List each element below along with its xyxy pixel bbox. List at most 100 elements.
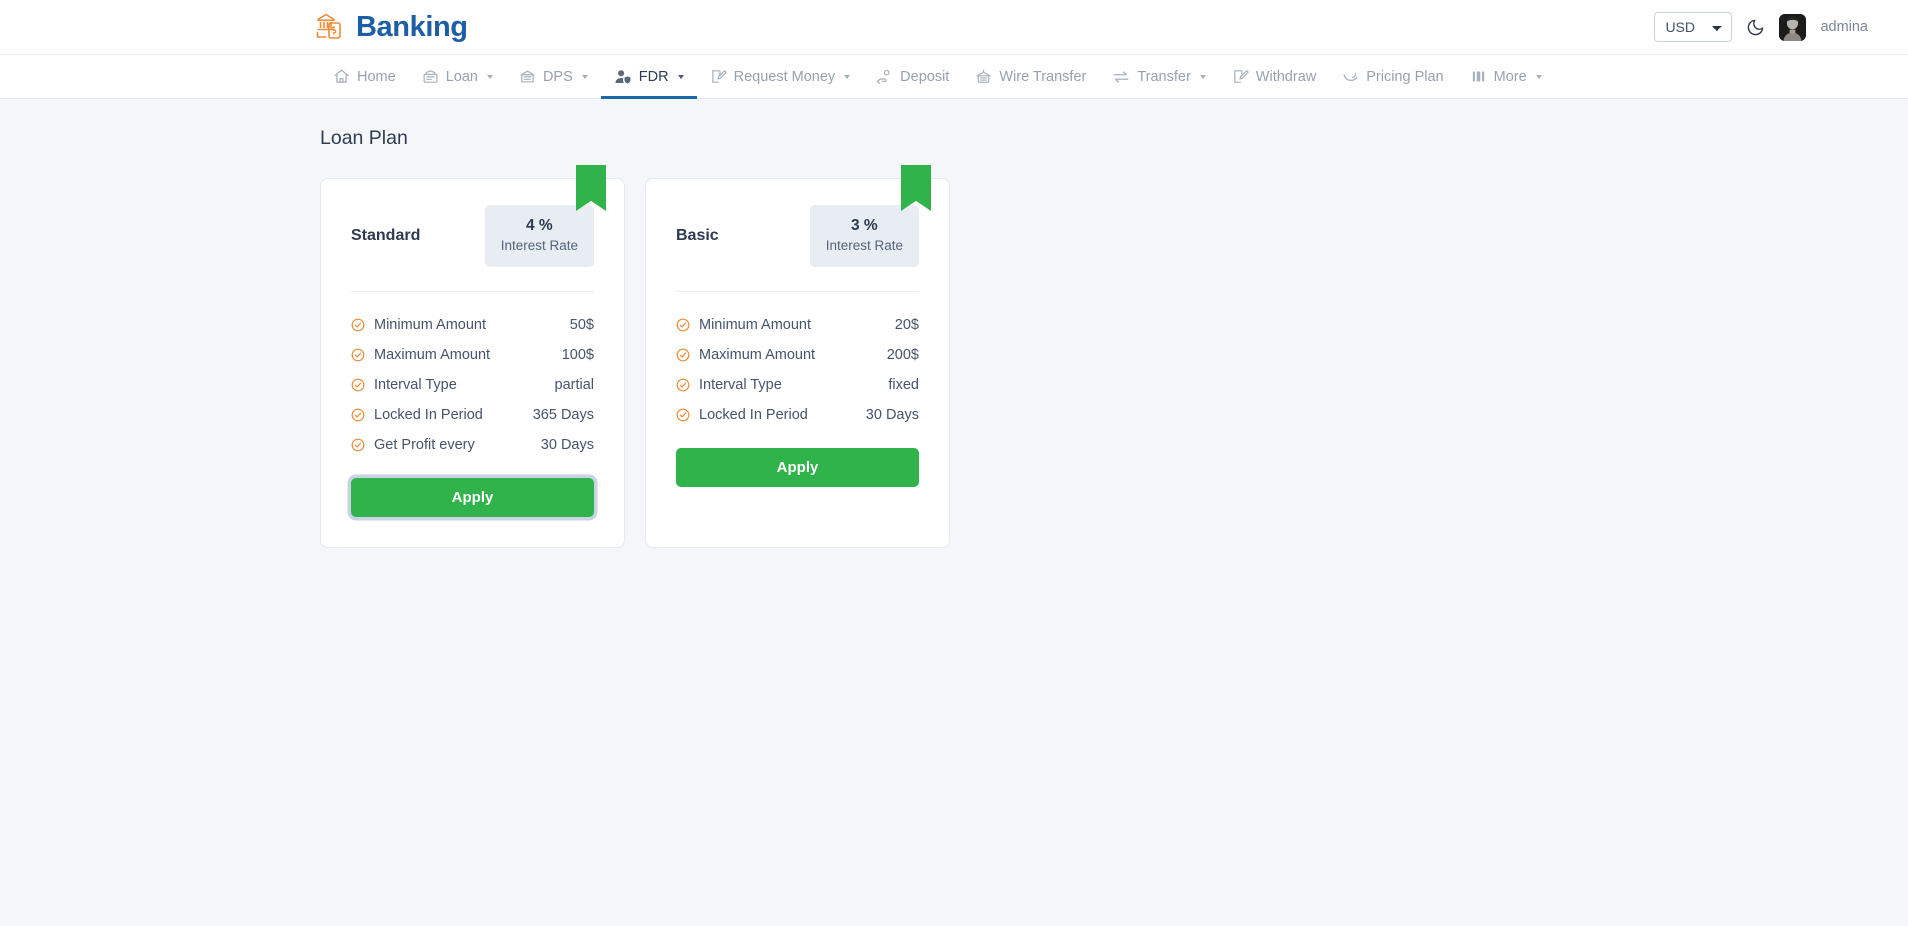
feature-value: 30 Days: [865, 407, 919, 424]
check-circle-icon: [351, 438, 365, 452]
nav-item-request-money[interactable]: Request Money: [697, 55, 864, 98]
chevron-down-icon: [581, 74, 588, 79]
feature-row: Interval Type fixed: [676, 370, 919, 400]
bank-icon: [519, 68, 536, 85]
plan-name: Standard: [351, 227, 421, 244]
pricing-plan-icon: [1342, 68, 1359, 85]
check-circle-icon: [676, 348, 690, 362]
check-circle-icon: [676, 318, 690, 332]
card-header: Basic 3 % Interest Rate: [676, 205, 919, 268]
feature-value: 200$: [886, 347, 919, 364]
nav-label: More: [1493, 68, 1527, 85]
feature-row: Maximum Amount 200$: [676, 340, 919, 370]
nav-item-wire-transfer[interactable]: Wire Transfer: [962, 55, 1099, 98]
more-icon: [1470, 68, 1487, 85]
apply-button[interactable]: Apply: [676, 448, 919, 488]
nav-item-more[interactable]: More: [1457, 55, 1555, 98]
feature-row: Minimum Amount 50$: [351, 310, 594, 340]
interest-rate-value: 3 %: [850, 217, 878, 234]
feature-value: 50$: [569, 317, 594, 334]
feature-value: 365 Days: [532, 407, 594, 424]
interest-rate-label: Interest Rate: [825, 237, 903, 253]
nav-item-home[interactable]: Home: [320, 55, 409, 98]
feature-label: Interval Type: [374, 377, 457, 394]
app-header: Banking USD admina: [0, 0, 1908, 55]
plan-card-basic: Basic 3 % Interest Rate Minimum Amount 2…: [645, 165, 950, 549]
nav-label: Pricing Plan: [1366, 68, 1444, 85]
feature-value: fixed: [888, 377, 919, 394]
plan-card-list: Standard 4 % Interest Rate Minimum Amoun…: [320, 165, 1908, 549]
feature-label: Locked In Period: [699, 407, 808, 424]
feature-row: Minimum Amount 20$: [676, 310, 919, 340]
apply-button[interactable]: Apply: [351, 478, 594, 518]
feature-label: Minimum Amount: [699, 317, 812, 334]
check-circle-icon: [351, 378, 365, 392]
request-money-icon: [710, 68, 727, 85]
interest-rate-label: Interest Rate: [500, 237, 578, 253]
feature-label: Interval Type: [699, 377, 782, 394]
interest-rate-badge: 4 % Interest Rate: [484, 205, 594, 268]
header-actions: USD admina: [1654, 12, 1868, 42]
divider: [676, 291, 919, 293]
check-circle-icon: [676, 378, 690, 392]
feature-value: partial: [554, 377, 595, 394]
nav-label: Wire Transfer: [999, 68, 1087, 85]
nav-item-loan[interactable]: Loan: [409, 55, 506, 98]
feature-row: Get Profit every 30 Days: [351, 430, 594, 460]
check-circle-icon: [351, 348, 365, 362]
check-circle-icon: [351, 408, 365, 422]
feature-label: Get Profit every: [374, 437, 475, 454]
feature-value: 100$: [561, 347, 594, 364]
avatar[interactable]: [1779, 13, 1807, 41]
feature-row: Interval Type partial: [351, 370, 594, 400]
bank-mobile-icon: [315, 10, 349, 45]
feature-label: Maximum Amount: [699, 347, 816, 364]
user-shield-icon: [614, 68, 632, 86]
interest-rate-badge: 3 % Interest Rate: [809, 205, 919, 268]
loan-icon: [422, 68, 439, 85]
nav-label: Loan: [445, 68, 478, 85]
nav-item-fdr[interactable]: FDR: [600, 55, 697, 99]
card-header: Standard 4 % Interest Rate: [351, 205, 594, 268]
moon-icon[interactable]: [1746, 18, 1765, 37]
brand-logo[interactable]: Banking: [315, 10, 468, 45]
exchange-arrows-icon: [1112, 68, 1130, 86]
nav-item-transfer[interactable]: Transfer: [1099, 55, 1218, 98]
wire-transfer-icon: [975, 68, 992, 85]
brand-name: Banking: [356, 10, 468, 43]
feature-row: Locked In Period 365 Days: [351, 400, 594, 430]
nav-item-dps[interactable]: DPS: [506, 55, 601, 98]
chevron-down-icon: [677, 74, 684, 79]
interest-rate-value: 4 %: [525, 217, 553, 234]
feature-value: 30 Days: [540, 437, 594, 454]
nav-item-deposit[interactable]: Deposit: [863, 55, 962, 98]
nav-label: Request Money: [733, 68, 836, 85]
currency-select[interactable]: USD: [1654, 12, 1733, 42]
nav-label: Withdraw: [1255, 68, 1317, 85]
nav-label: FDR: [638, 68, 669, 85]
feature-row: Maximum Amount 100$: [351, 340, 594, 370]
plan-name: Basic: [676, 227, 719, 244]
feature-label: Maximum Amount: [374, 347, 491, 364]
check-circle-icon: [676, 408, 690, 422]
plan-card-standard: Standard 4 % Interest Rate Minimum Amoun…: [320, 165, 625, 549]
feature-row: Locked In Period 30 Days: [676, 400, 919, 430]
withdraw-icon: [1232, 68, 1249, 85]
nav-item-pricing-plan[interactable]: Pricing Plan: [1329, 55, 1456, 98]
hand-coin-icon: [876, 68, 893, 85]
feature-label: Minimum Amount: [374, 317, 487, 334]
divider: [351, 291, 594, 293]
main-navigation: Home Loan DPS FDR Request Money Deposit: [0, 55, 1908, 99]
check-circle-icon: [351, 318, 365, 332]
page-title: Loan Plan: [320, 127, 408, 149]
nav-label: Home: [357, 68, 396, 85]
chevron-down-icon: [486, 74, 493, 79]
main-content: Loan Plan Standard 4 % Interest Rate Min…: [0, 99, 1908, 549]
nav-label: DPS: [542, 68, 573, 85]
nav-label: Deposit: [900, 68, 950, 85]
chevron-down-icon: [1535, 74, 1542, 79]
nav-label: Transfer: [1137, 68, 1191, 85]
feature-label: Locked In Period: [374, 407, 483, 424]
chevron-down-icon: [844, 74, 851, 79]
nav-item-withdraw[interactable]: Withdraw: [1219, 55, 1329, 98]
